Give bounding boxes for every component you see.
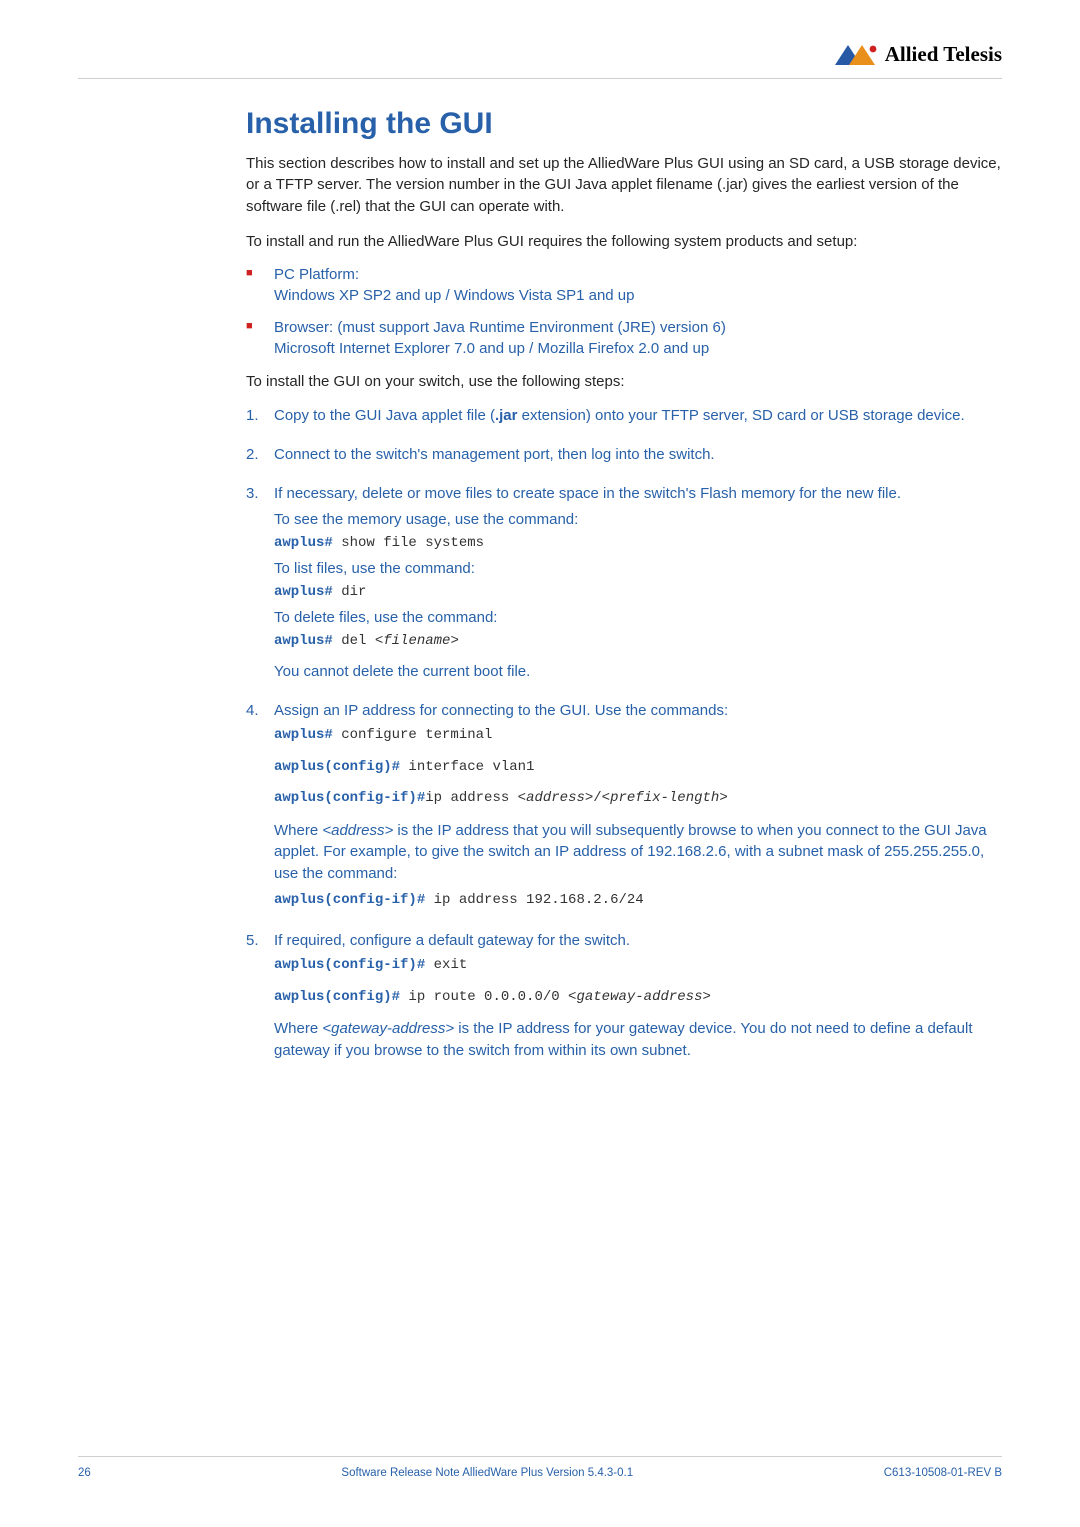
cmd-arg: ip address < [425, 790, 526, 806]
cmd-arg: > [450, 633, 458, 649]
step-text: extension) onto your TFTP server, SD car… [517, 407, 964, 424]
cmd-line: awplus# configure terminal [274, 725, 1002, 747]
cmd-arg: show file systems [333, 535, 484, 551]
cmd-prompt: awplus# [274, 584, 333, 600]
intro-para-1: This section describes how to install an… [246, 153, 1002, 217]
cmd-prompt: awplus# [274, 535, 333, 551]
cmd-prompt: awplus(config)# [274, 989, 400, 1005]
step-sub: You cannot delete the current boot file. [274, 661, 1002, 682]
step-text: Assign an IP address for connecting to t… [274, 702, 728, 719]
cmd-arg: ip address 192.168.2.6/24 [425, 892, 643, 908]
cmd-arg: > [719, 790, 727, 806]
steps-list: Copy to the GUI Java applet file (.jar e… [246, 405, 1002, 1061]
italic-text: <gateway-address> [322, 1020, 454, 1037]
cmd-arg: interface vlan1 [400, 759, 534, 775]
step-sub: To see the memory usage, use the command… [274, 509, 1002, 530]
bullet-line: PC Platform: [274, 266, 359, 283]
page-title: Installing the GUI [246, 107, 1002, 141]
bullet-line: Windows XP SP2 and up / Windows Vista SP… [274, 287, 634, 304]
doc-rev: C613-10508-01-REV B [884, 1467, 1002, 1479]
sub-text: Where [274, 1020, 322, 1037]
step-2: Connect to the switch's management port,… [246, 444, 1002, 465]
step-sub: Where <gateway-address> is the IP addres… [274, 1018, 1002, 1061]
step-4: Assign an IP address for connecting to t… [246, 700, 1002, 912]
step-1: Copy to the GUI Java applet file (.jar e… [246, 405, 1002, 426]
page-number: 26 [78, 1467, 91, 1479]
bold-ext: .jar [495, 407, 518, 424]
cmd-line: awplus# del <filename> [274, 631, 1002, 653]
page-footer: 26 Software Release Note AlliedWare Plus… [78, 1456, 1002, 1479]
cmd-line: awplus(config)# interface vlan1 [274, 757, 1002, 779]
brand-icon [835, 45, 879, 65]
list-item: Browser: (must support Java Runtime Envi… [246, 317, 1002, 360]
cmd-arg: del < [333, 633, 383, 649]
cmd-line: awplus(config-if)# ip address 192.168.2.… [274, 890, 1002, 912]
brand-text: Allied Telesis [885, 42, 1002, 67]
sub-text: Where [274, 822, 322, 839]
cmd-arg: dir [333, 584, 367, 600]
step-text: Connect to the switch's management port,… [274, 446, 715, 463]
cmd-prompt: awplus(config-if)# [274, 790, 425, 806]
cmd-prompt: awplus(config)# [274, 759, 400, 775]
cmd-arg: >/< [585, 790, 610, 806]
cmd-prompt: awplus# [274, 727, 333, 743]
footer-text: Software Release Note [341, 1467, 462, 1479]
step-sub: To delete files, use the command: [274, 607, 1002, 628]
cmd-line: awplus(config-if)# exit [274, 955, 1002, 977]
cmd-line: awplus# dir [274, 582, 1002, 604]
step-text: If required, configure a default gateway… [274, 932, 630, 949]
step-3: If necessary, delete or move files to cr… [246, 483, 1002, 682]
logo: Allied Telesis [835, 42, 1002, 67]
main-content: Installing the GUI This section describe… [246, 107, 1002, 1061]
cmd-ital: gateway-address [576, 989, 702, 1005]
cmd-prompt: awplus(config-if)# [274, 892, 425, 908]
cmd-ital: filename [383, 633, 450, 649]
steps-intro: To install the GUI on your switch, use t… [246, 371, 1002, 392]
list-item: PC Platform: Windows XP SP2 and up / Win… [246, 264, 1002, 307]
cmd-ital: address [526, 790, 585, 806]
footer-text: AlliedWare Plus Version 5.4.3-0.1 [462, 1467, 633, 1479]
cmd-arg: > [703, 989, 711, 1005]
top-divider [78, 78, 1002, 79]
cmd-line: awplus(config-if)#ip address <address>/<… [274, 788, 1002, 810]
cmd-line: awplus(config)# ip route 0.0.0.0/0 <gate… [274, 987, 1002, 1009]
step-text: Copy to the GUI Java applet file ( [274, 407, 495, 424]
bullet-line: Browser: (must support Java Runtime Envi… [274, 319, 726, 336]
requirements-list: PC Platform: Windows XP SP2 and up / Win… [246, 264, 1002, 359]
cmd-arg: ip route 0.0.0.0/0 < [400, 989, 576, 1005]
italic-text: <address> [322, 822, 393, 839]
cmd-prompt: awplus# [274, 633, 333, 649]
cmd-prompt: awplus(config-if)# [274, 957, 425, 973]
intro-para-2: To install and run the AlliedWare Plus G… [246, 231, 1002, 252]
step-sub: Where <address> is the IP address that y… [274, 820, 1002, 884]
step-5: If required, configure a default gateway… [246, 930, 1002, 1061]
cmd-arg: exit [425, 957, 467, 973]
bullet-line: Microsoft Internet Explorer 7.0 and up /… [274, 340, 709, 357]
step-sub: To list files, use the command: [274, 558, 1002, 579]
cmd-arg: configure terminal [333, 727, 493, 743]
footer-center: Software Release Note AlliedWare Plus Ve… [341, 1467, 633, 1479]
cmd-ital: prefix-length [610, 790, 719, 806]
cmd-line: awplus# show file systems [274, 533, 1002, 555]
step-text: If necessary, delete or move files to cr… [274, 485, 901, 502]
